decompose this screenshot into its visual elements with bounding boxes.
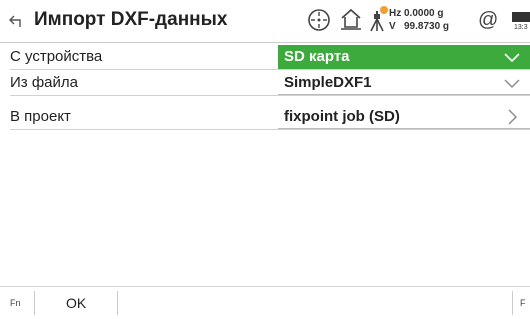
source-device-dropdown[interactable]: SD карта (278, 45, 530, 69)
target-job-label: В проект (10, 108, 71, 125)
target-prism-icon[interactable] (306, 7, 332, 33)
clock-time: 13:3 (514, 24, 528, 31)
fn-key[interactable]: Fn (10, 298, 21, 308)
ok-button[interactable]: OK (66, 295, 86, 311)
hz-label: Hz (389, 8, 402, 19)
title-bar: Импорт DXF-данных Hz 0.0000 g V 99.8730 g … (0, 0, 530, 42)
softkey-divider (34, 291, 35, 315)
at-sign-icon[interactable]: @ (478, 9, 498, 32)
softkey-bar: Fn OK F (0, 286, 530, 319)
chevron-down-icon (504, 53, 520, 63)
v-label: V (389, 21, 396, 32)
target-job-row: В проект fixpoint job (SD) (0, 104, 530, 130)
row-divider (10, 95, 530, 96)
source-file-dropdown[interactable]: SimpleDXF1 (278, 71, 530, 95)
softkey-divider (512, 291, 513, 315)
target-job-selector[interactable]: fixpoint job (SD) (278, 105, 530, 129)
battery-icon[interactable]: 13:3 (508, 10, 530, 32)
source-device-row: С устройства SD карта (0, 44, 530, 70)
source-file-label: Из файла (10, 74, 78, 91)
source-device-label: С устройства (10, 48, 103, 65)
back-arrow-icon[interactable] (8, 13, 24, 29)
source-device-value: SD карта (284, 48, 350, 65)
f-key[interactable]: F (520, 298, 526, 308)
target-job-value: fixpoint job (SD) (284, 108, 400, 125)
tripod-alert-icon[interactable] (367, 5, 389, 33)
hz-value: 0.0000 g (404, 8, 444, 19)
v-value: 99.8730 g (404, 21, 450, 32)
page-title: Импорт DXF-данных (34, 9, 228, 30)
softkey-divider (117, 291, 118, 315)
home-station-icon[interactable] (339, 6, 363, 32)
source-file-value: SimpleDXF1 (284, 74, 372, 91)
chevron-down-icon (504, 79, 520, 88)
row-divider (10, 129, 530, 130)
angle-readout: Hz 0.0000 g V 99.8730 g (389, 7, 449, 33)
source-file-row: Из файла SimpleDXF1 (0, 70, 530, 96)
header-divider (0, 42, 530, 43)
chevron-right-icon (508, 109, 517, 125)
